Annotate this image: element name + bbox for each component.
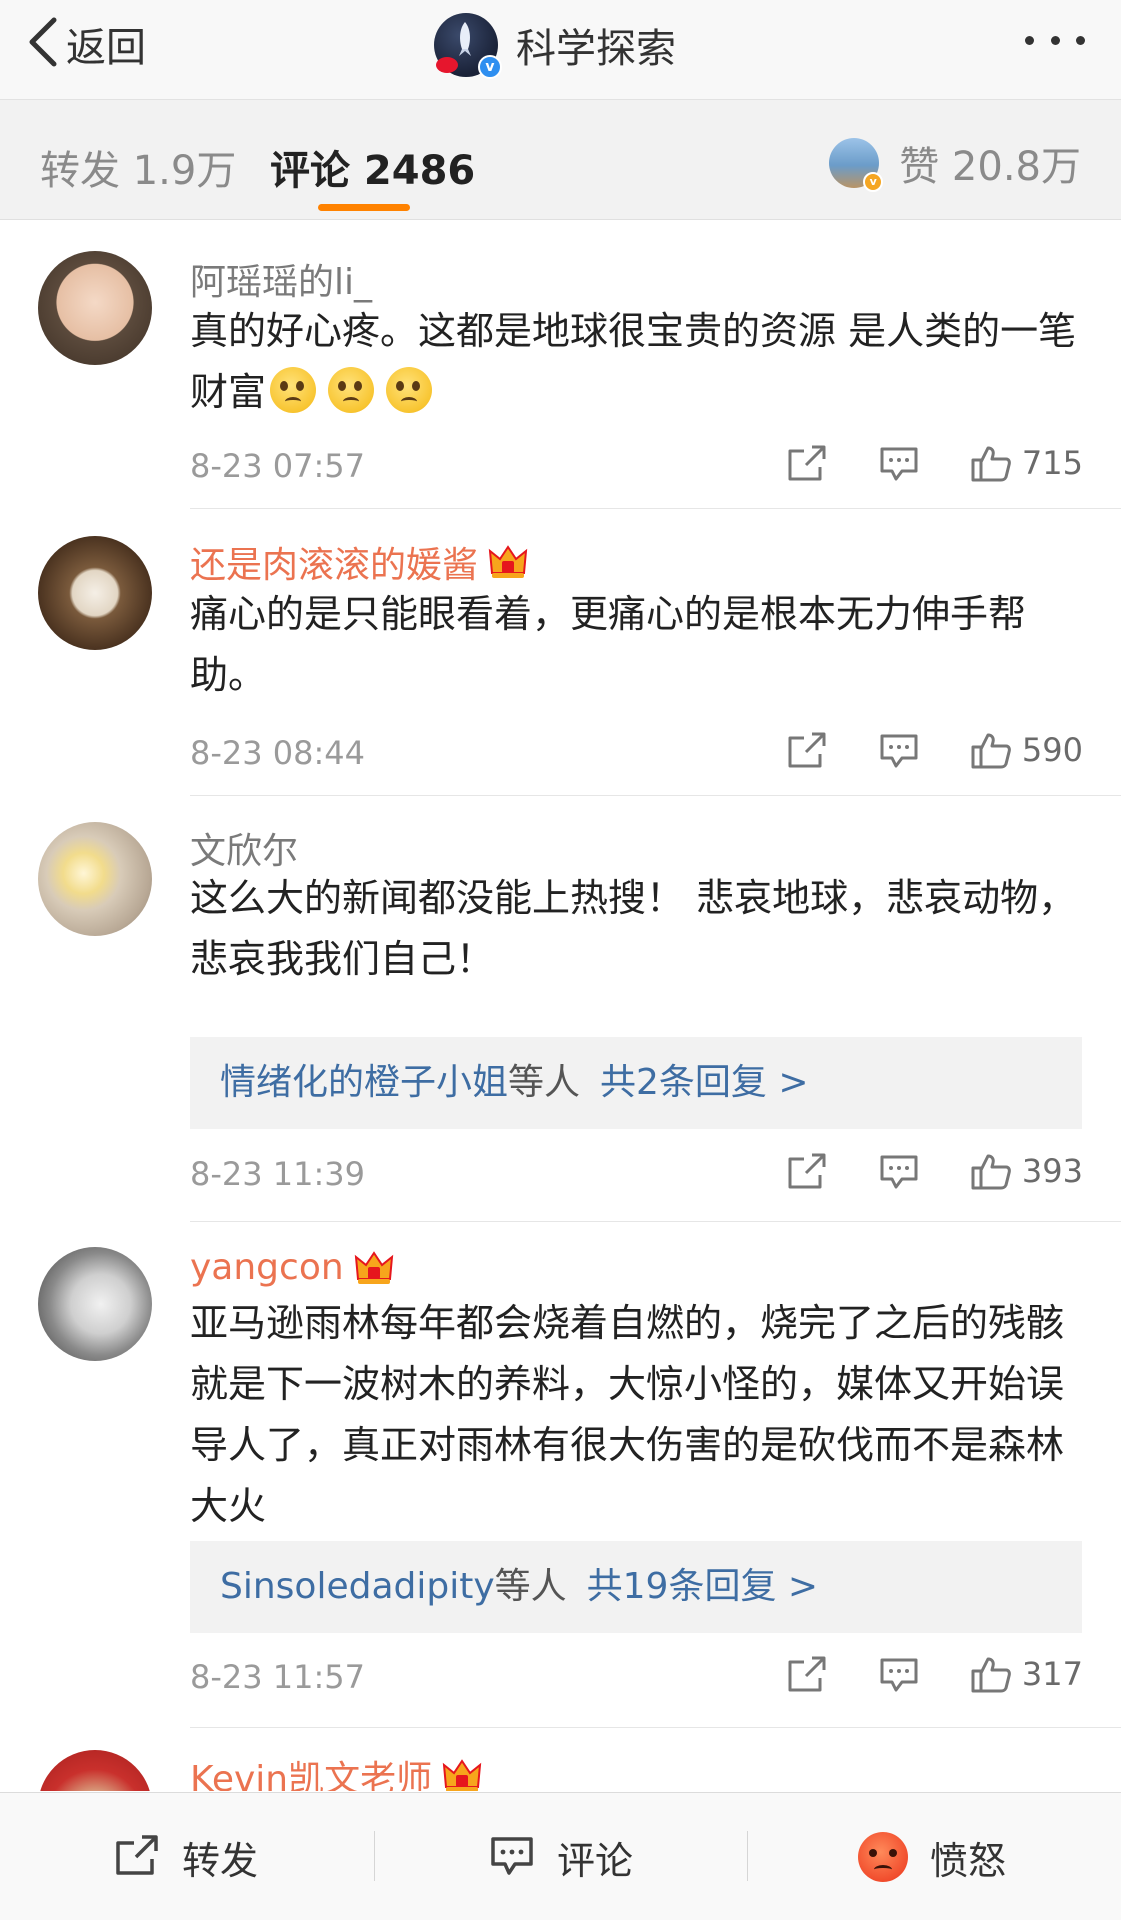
comment-button[interactable]: 评论 (489, 1793, 633, 1920)
comment-time: 8-23 07:57 (190, 447, 366, 485)
toolbar-divider (747, 1831, 748, 1881)
back-button[interactable]: 返回 (26, 14, 146, 74)
chevron-left-icon (26, 14, 60, 74)
verified-badge-icon: v (863, 172, 884, 192)
page-title: 科学探索 (516, 26, 676, 72)
comment-author[interactable]: Kevin凯文老师 (190, 1750, 482, 1791)
share-icon[interactable] (786, 730, 828, 770)
comment-bubble-icon[interactable] (878, 443, 920, 483)
sad-emoji-icon (386, 367, 433, 413)
rocket-icon (459, 22, 471, 56)
comment-bubble-icon[interactable] (878, 1654, 920, 1694)
reply-count[interactable]: 共19条回复 > (587, 1566, 818, 1607)
tab-comment[interactable]: 评论 2486 (270, 138, 475, 196)
thumbs-up-icon[interactable] (970, 730, 1012, 770)
like-count: 393 (1021, 1152, 1083, 1190)
vip-crown-icon (488, 545, 528, 578)
comment-author[interactable]: yangcon (190, 1247, 394, 1288)
share-icon (114, 1833, 160, 1881)
comment-text: 真的好心疼。这都是地球很宝贵的资源 是人类的一笔财富 (190, 309, 1077, 414)
account-avatar[interactable]: v (434, 13, 502, 79)
account-header[interactable]: v 科学探索 (434, 8, 676, 82)
toolbar-divider (374, 1831, 375, 1881)
reaction-button[interactable]: 愤怒 (858, 1793, 1006, 1920)
thumbs-up-icon[interactable] (970, 1654, 1012, 1694)
comment-time: 8-23 08:44 (190, 734, 366, 772)
back-label: 返回 (66, 25, 146, 71)
comment-text: 痛心的是只能眼看着，更痛心的是根本无力伸手帮助。 (190, 592, 1027, 697)
share-icon[interactable] (786, 1654, 828, 1694)
sad-emoji-icon (270, 367, 317, 413)
avatar[interactable] (38, 251, 152, 365)
reply-summary[interactable]: Sinsoledadipity等人 共19条回复 > (190, 1541, 1082, 1633)
comment-divider (190, 795, 1121, 796)
like-count-label: 赞 20.8万 (899, 144, 1081, 190)
verified-badge-icon: v (478, 55, 502, 79)
vip-crown-icon (354, 1250, 393, 1284)
avatar[interactable] (38, 1750, 152, 1791)
comment-list: 阿瑶瑶的li_ 真的好心疼。这都是地球很宝贵的资源 是人类的一笔财富 8-23 … (0, 221, 1121, 1791)
tab-like[interactable]: v 赞 20.8万 (829, 134, 1081, 192)
reaction-label: 愤怒 (930, 1838, 1007, 1883)
comment-author[interactable]: 还是肉滚滚的媛酱 (190, 536, 528, 588)
comment-author[interactable]: 阿瑶瑶的li_ (190, 253, 372, 305)
thumbs-up-icon[interactable] (970, 1151, 1012, 1191)
comment-divider (190, 508, 1121, 509)
comment-label: 评论 (557, 1838, 634, 1883)
weibo-logo-icon (436, 57, 458, 73)
like-count: 715 (1021, 444, 1083, 482)
repost-label: 转发 (182, 1838, 259, 1883)
like-count: 590 (1021, 731, 1083, 769)
comment-bubble-icon[interactable] (878, 730, 920, 770)
angry-face-icon (858, 1832, 908, 1882)
comment-text: 亚马逊雨林每年都会烧着自燃的，烧完了之后的残骸就是下一波树木的养料，大惊小怪的，… (190, 1301, 1065, 1528)
vip-crown-icon (442, 1759, 482, 1791)
bottom-toolbar: 转发 评论 愤怒 (0, 1792, 1121, 1920)
comment-bubble-icon (489, 1833, 535, 1881)
comment-divider (190, 1727, 1121, 1728)
avatar[interactable] (38, 536, 152, 650)
comment-text: 这么大的新闻都没能上热搜！ 悲哀地球，悲哀动物，悲哀我我们自己！ (190, 876, 1077, 981)
comment-divider (190, 1221, 1121, 1222)
tab-repost[interactable]: 转发 1.9万 (40, 138, 236, 196)
avatar[interactable] (38, 822, 152, 936)
reply-count[interactable]: 共2条回复 > (600, 1062, 809, 1103)
top-navbar: 返回 v 科学探索 (0, 0, 1121, 100)
comment-actions: 393 (786, 1151, 1083, 1191)
comment-bubble-icon[interactable] (878, 1151, 920, 1191)
reply-user[interactable]: 情绪化的橙子小姐 (220, 1062, 508, 1103)
active-tab-indicator (318, 204, 410, 211)
comment-actions: 590 (786, 730, 1083, 770)
comment-time: 8-23 11:57 (190, 1658, 366, 1696)
liker-avatar: v (829, 138, 884, 192)
comment-author[interactable]: 文欣尔 (190, 822, 298, 874)
thumbs-up-icon[interactable] (970, 443, 1012, 483)
repost-button[interactable]: 转发 (114, 1793, 258, 1920)
more-options-button[interactable] (1025, 28, 1085, 52)
share-icon[interactable] (786, 1151, 828, 1191)
more-dots-icon (1025, 35, 1034, 45)
tab-bar: 转发 1.9万 评论 2486 v 赞 20.8万 (0, 100, 1121, 220)
reply-user[interactable]: Sinsoledadipity (220, 1566, 495, 1607)
like-count: 317 (1021, 1655, 1083, 1693)
sad-emoji-icon (328, 367, 375, 413)
share-icon[interactable] (786, 443, 828, 483)
comment-actions: 317 (786, 1654, 1083, 1694)
reply-summary[interactable]: 情绪化的橙子小姐等人 共2条回复 > (190, 1037, 1082, 1129)
comment-time: 8-23 11:39 (190, 1155, 366, 1193)
avatar[interactable] (38, 1247, 152, 1361)
comment-actions: 715 (786, 443, 1083, 483)
